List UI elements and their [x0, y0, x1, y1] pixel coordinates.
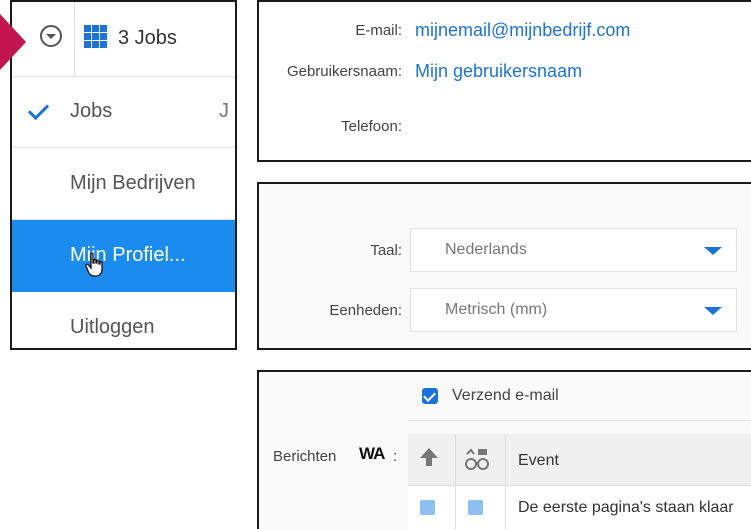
menu-item-label: Uitloggen: [70, 316, 155, 338]
menu-item-uitloggen[interactable]: Uitloggen: [12, 292, 235, 348]
column-header-visibility[interactable]: [456, 434, 506, 486]
menu-item-jobs[interactable]: Jobs J: [12, 76, 235, 148]
phone-label: Telefoon:: [341, 118, 402, 135]
profile-panel: E-mail: mijnemail@mijnbedrijf.com Gebrui…: [257, 0, 751, 162]
jobs-count-button[interactable]: 3 Jobs: [118, 27, 177, 50]
events-table: Event De eerste pagina's staan klaar: [408, 434, 751, 529]
email-row: E-mail: mijnemail@mijnbedrijf.com: [259, 14, 751, 46]
username-value: Mijn gebruikersnaam: [415, 61, 583, 81]
jobs-grid-icon[interactable]: [84, 25, 107, 48]
menu-item-label: Mijn Bedrijven: [70, 172, 196, 194]
truncated-text: J: [219, 100, 229, 122]
colon: :: [393, 448, 398, 465]
email-value: mijnemail@mijnbedrijf.com: [415, 20, 631, 40]
language-value: Nederlands: [445, 241, 527, 258]
table-cell[interactable]: [408, 486, 456, 529]
units-label: Eenheden:: [329, 302, 402, 319]
row-checkbox[interactable]: [420, 500, 435, 515]
glasses-icon: [465, 448, 489, 470]
table-cell[interactable]: [456, 486, 506, 529]
language-label: Taal:: [370, 242, 402, 259]
units-select[interactable]: Metrisch (mm): [410, 288, 737, 332]
row-checkbox[interactable]: [468, 500, 483, 515]
menu-header: 3 Jobs: [12, 2, 235, 77]
column-header-priority[interactable]: [408, 434, 456, 486]
username-row: Gebruikersnaam: Mijn gebruikersnaam: [259, 55, 751, 87]
menu-item-mijn-profiel[interactable]: Mijn Profiel...: [12, 220, 235, 292]
username-field[interactable]: Mijn gebruikersnaam: [409, 57, 751, 85]
check-icon: [27, 98, 50, 121]
send-email-checkbox[interactable]: [422, 388, 438, 404]
chevron-down-icon: [704, 247, 722, 255]
table-row[interactable]: De eerste pagina's staan klaar: [506, 486, 751, 529]
units-value: Metrisch (mm): [445, 301, 548, 318]
phone-field[interactable]: [409, 112, 751, 140]
chevron-down-icon: [704, 307, 722, 315]
collapse-menu-button[interactable]: [40, 25, 62, 47]
event-header-label: Event: [518, 452, 559, 469]
menu-item-label: Jobs: [70, 100, 113, 122]
username-label: Gebruikersnaam:: [286, 63, 402, 80]
pointer-arrow-icon: [0, 14, 26, 70]
preferences-panel: Taal: Nederlands Eenheden: Metrisch (mm): [257, 182, 751, 350]
language-select[interactable]: Nederlands: [410, 228, 737, 272]
divider: [74, 2, 75, 76]
phone-row: Telefoon:: [259, 110, 751, 142]
messages-label: Berichten: [273, 448, 337, 465]
email-label: E-mail:: [355, 22, 402, 39]
menu-item-mijn-bedrijven[interactable]: Mijn Bedrijven: [12, 148, 235, 220]
column-header-event[interactable]: Event: [506, 434, 751, 486]
whatsapp-text-icon: WA: [359, 444, 385, 463]
send-email-row: Verzend e-mail: [408, 372, 751, 421]
hand-cursor-icon: [85, 252, 103, 277]
messages-panel: Verzend e-mail Berichten WA : Event De e…: [257, 370, 751, 529]
account-menu: 3 Jobs Jobs J Mijn Bedrijven Mijn Profie…: [10, 0, 237, 350]
email-field[interactable]: mijnemail@mijnbedrijf.com: [409, 16, 751, 44]
event-text: De eerste pagina's staan klaar: [518, 499, 734, 516]
send-email-label: Verzend e-mail: [452, 387, 559, 404]
arrow-up-icon: [420, 448, 438, 466]
